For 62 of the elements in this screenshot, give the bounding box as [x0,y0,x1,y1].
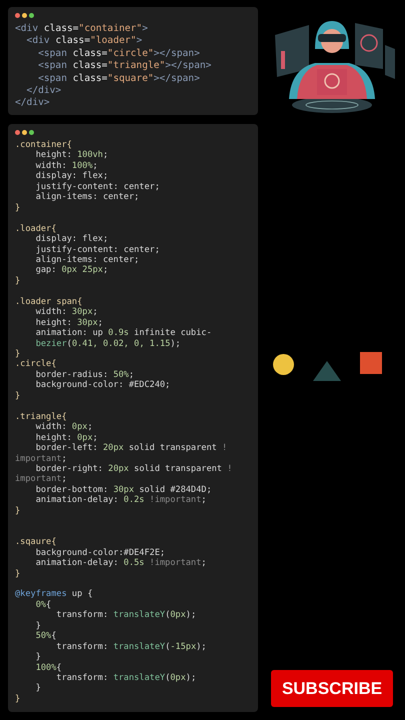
maximize-dot-icon [29,13,34,18]
code-line: .circle{ [15,359,56,370]
code-line: 50%{ [34,631,56,642]
code-line: border-radius: 50%; [34,370,134,380]
code-line: } [34,683,41,694]
code-line: display: flex; [34,171,108,182]
code-line: height: 30px; [34,318,103,328]
maximize-dot-icon [29,130,34,135]
code-line: border-bottom: 30px solid #284D4D; [34,484,212,495]
code-line: important; [15,474,67,485]
code-line: 100%{ [34,662,62,674]
code-line: height: 100vh; [34,150,108,161]
code-line: animation-delay: 0.5s !important; [34,558,206,569]
code-line: background-color: #EDC240; [34,380,170,391]
minimize-dot-icon [22,13,27,18]
code-line: justify-content: center; [34,244,160,255]
close-dot-icon [15,130,20,135]
code-line: <span class="circle"></span> [37,48,200,60]
code-line: border-left: 20px solid transparent ! [34,443,228,454]
minimize-dot-icon [22,130,27,135]
code-line: } [15,349,20,360]
code-line: } [34,652,41,663]
code-line: align-items: center; [34,192,140,203]
close-dot-icon [15,13,20,18]
code-line: @keyframes up { [15,589,93,600]
code-line: .container{ [15,140,72,150]
code-line: } [15,568,20,579]
code-line: background-color:#DE4F2E; [34,548,166,558]
code-line: width: 30px; [34,307,98,318]
code-line: display: flex; [34,234,108,245]
code-line: animation: up 0.9s infinite cubic- [34,328,212,339]
code-line: 0%{ [34,600,52,610]
code-line: animation-delay: 0.2s !important; [34,495,206,506]
code-line: } [15,390,20,402]
code-line: </div> [26,85,62,98]
code-line: .sqaure{ [15,537,56,548]
code-line: transform: translateY(0px); [55,673,196,684]
code-line: justify-content: center; [34,182,160,192]
code-line: transform: translateY(-15px); [55,642,206,652]
code-line: <span class="triangle"></span> [37,60,212,73]
code-line: width: 100%; [34,160,98,171]
code-line: } [15,202,20,214]
code-line: </div> [15,97,50,110]
code-line: .loader{ [15,224,56,234]
code-line: .loader span{ [15,296,82,308]
code-line: align-items: center; [34,254,140,266]
code-line: width: 0px; [34,422,93,433]
code-line: important; [15,454,67,464]
code-line: <div class="loader"> [26,35,142,48]
code-line: bezier(0.41, 0.02, 0, 1.15); [34,338,181,350]
subscribe-button[interactable]: SUBSCRIBE [271,670,393,707]
code-line: } [15,506,20,516]
code-line: .triangle{ [15,412,67,422]
code-line: border-right: 20px solid transparent ! [34,464,232,474]
code-line: gap: 0px 25px; [34,265,108,276]
code-line: } [34,620,41,632]
code-line: transform: translateY(0px); [55,610,196,621]
code-line: <div class="container"> [15,23,148,36]
code-line: <span class="square"></span> [37,72,200,86]
code-line: } [15,694,20,704]
code-line: height: 0px; [34,432,98,443]
code-line: } [15,276,20,286]
